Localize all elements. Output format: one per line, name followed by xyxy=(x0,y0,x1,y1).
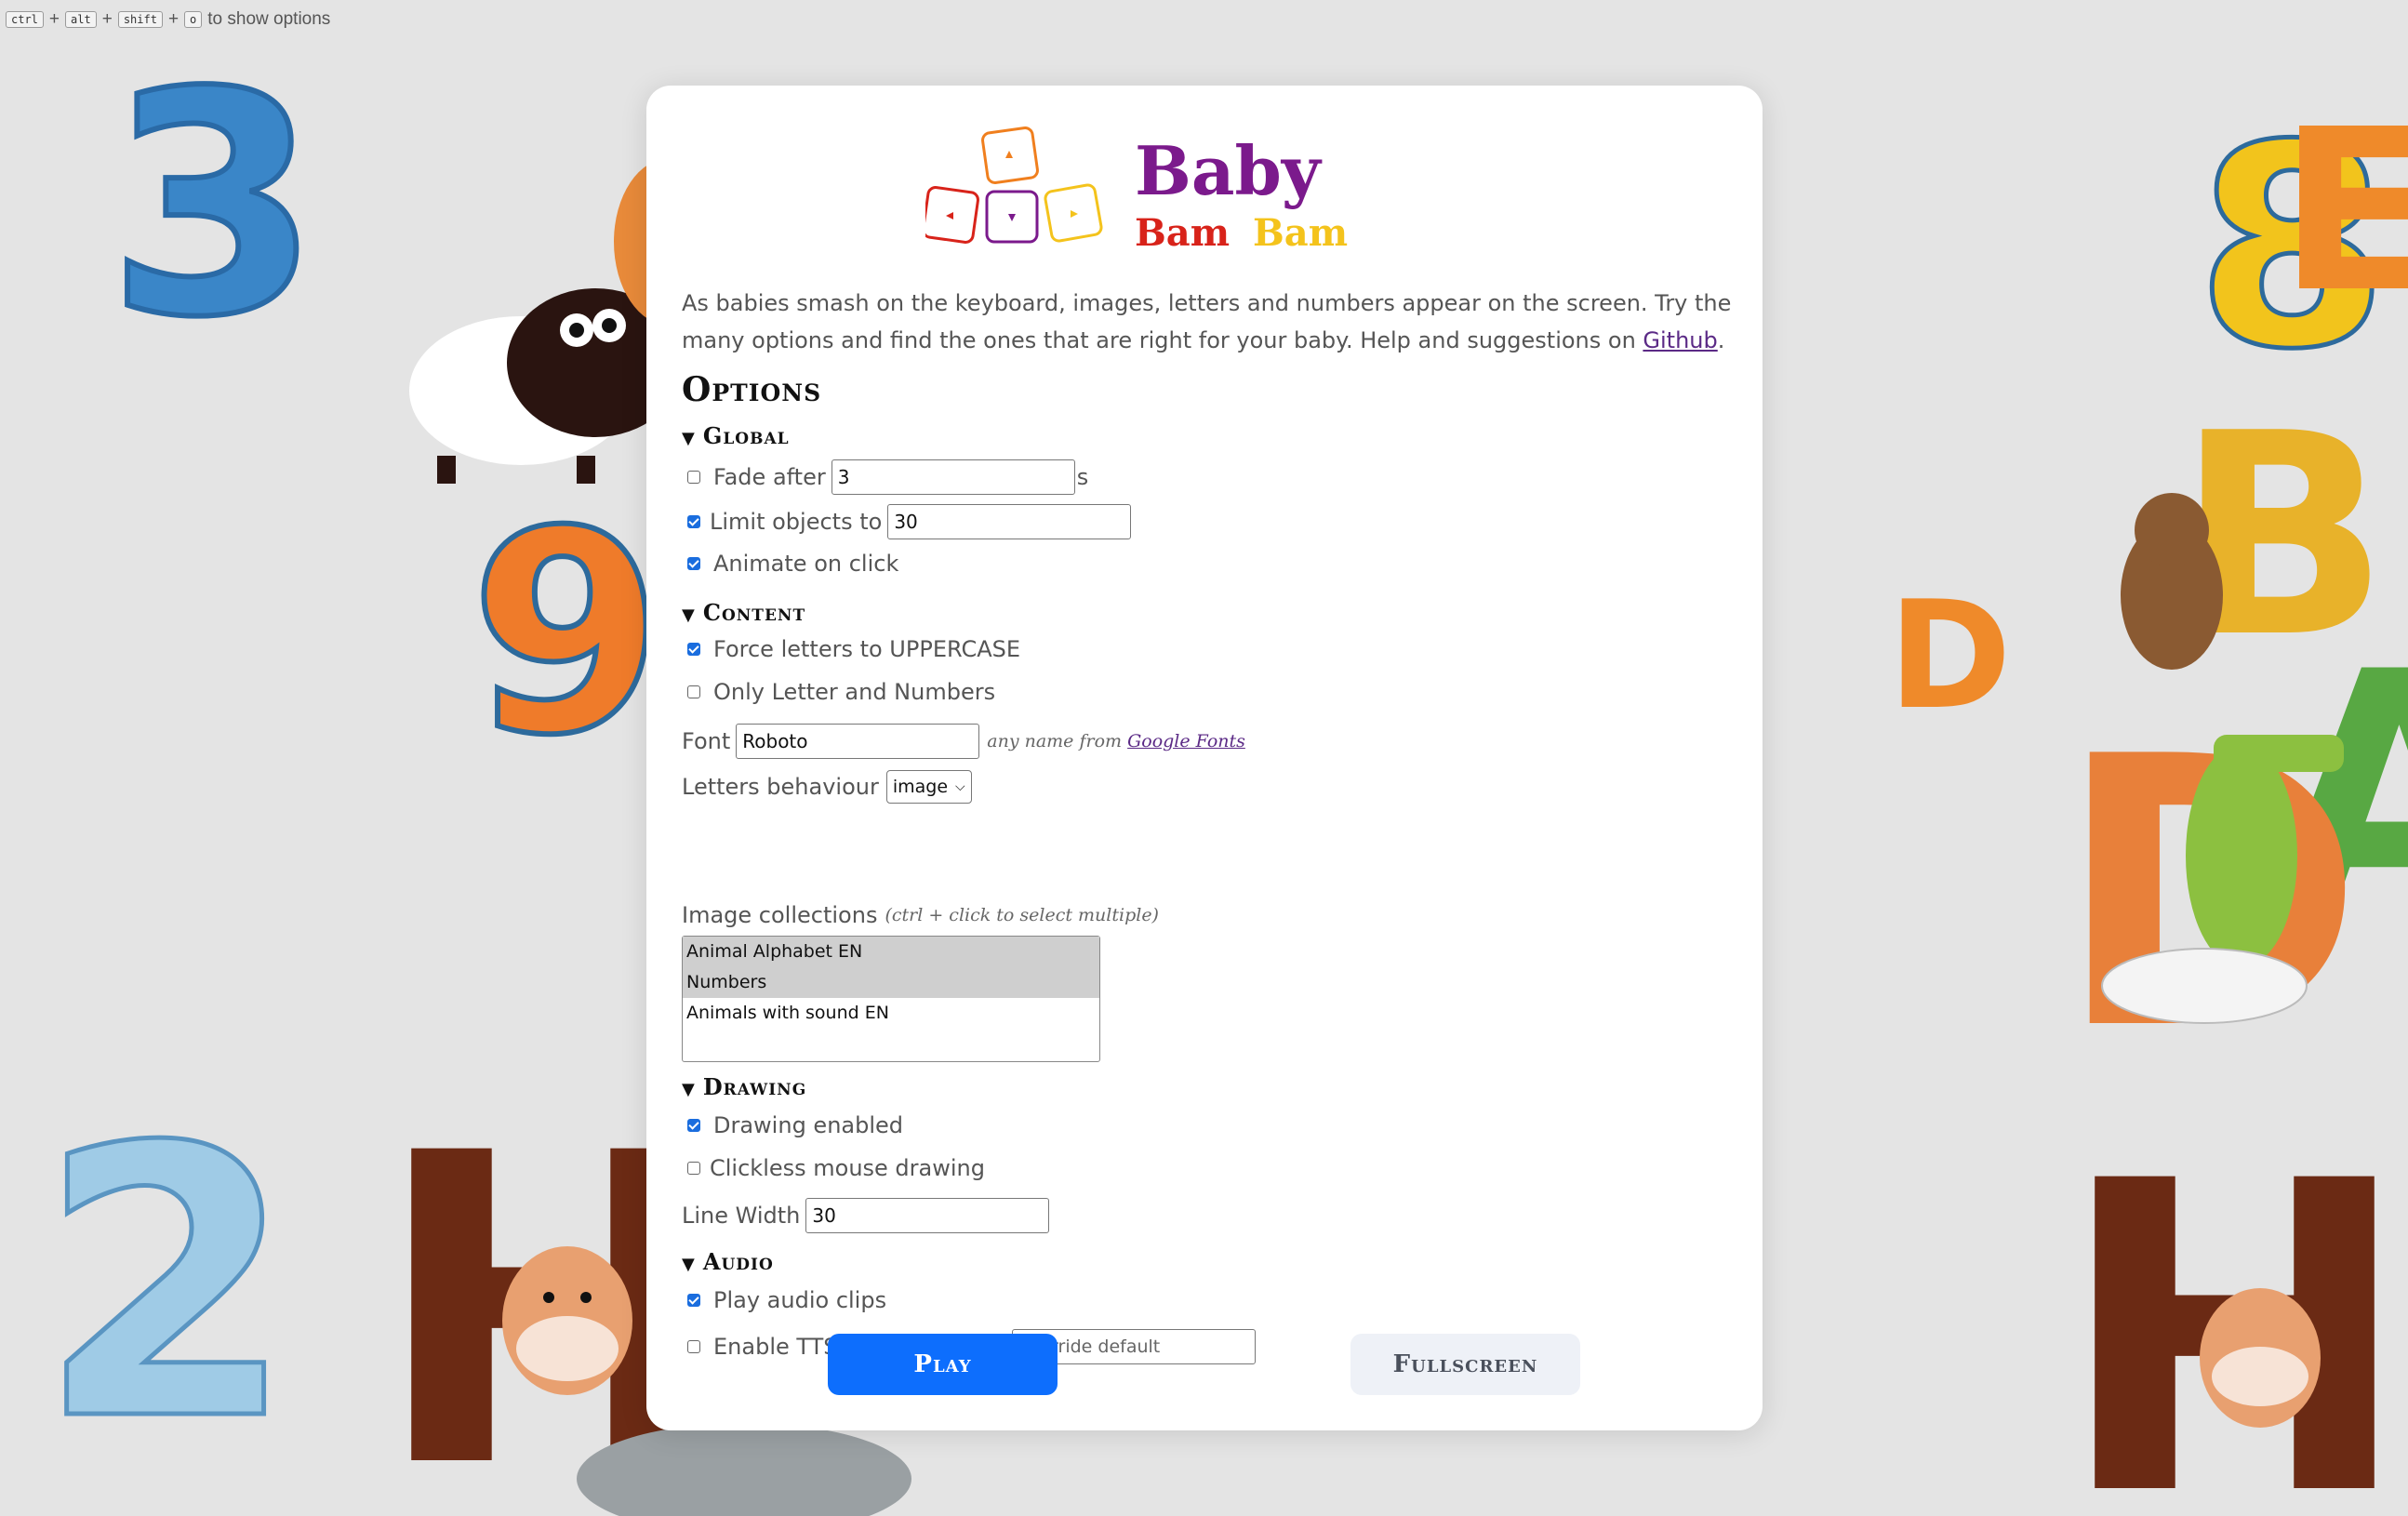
sheep-illustration xyxy=(409,288,684,484)
uppercase-checkbox[interactable] xyxy=(687,643,700,656)
play-button[interactable]: Play xyxy=(828,1334,1058,1395)
fade-after-checkbox[interactable] xyxy=(687,471,700,484)
limit-objects-row: Limit objects to 30 xyxy=(682,504,1132,539)
animate-click-label: Animate on click xyxy=(713,551,899,577)
expand-triangle-icon: ▼ xyxy=(682,1255,696,1274)
options-dialog: Baby Bam Bam As babies smash on the keyb… xyxy=(646,86,1763,1430)
fade-after-label: Fade after xyxy=(713,464,826,490)
logo-bam-2: Bam xyxy=(1253,211,1348,255)
bg-digit-3: 3 xyxy=(107,27,321,384)
logo-baby: Baby xyxy=(1135,131,1323,210)
clickless-drawing-row: Clickless mouse drawing xyxy=(682,1155,985,1181)
image-collections-note: (ctrl + click to select multiple) xyxy=(885,905,1159,925)
only-letters-label: Only Letter and Numbers xyxy=(713,679,996,705)
bg-digit-9: 9 xyxy=(470,472,664,796)
google-fonts-link[interactable]: Google Fonts xyxy=(1127,731,1245,751)
section-drawing[interactable]: ▼ Drawing xyxy=(682,1073,806,1100)
expand-triangle-icon: ▼ xyxy=(682,1080,696,1099)
letters-behaviour-label: Letters behaviour xyxy=(682,774,879,800)
play-audio-label: Play audio clips xyxy=(713,1287,887,1313)
section-content[interactable]: ▼ Content xyxy=(682,599,805,626)
horse-illustration-right xyxy=(2200,1288,2321,1428)
expand-triangle-icon: ▼ xyxy=(682,429,696,448)
only-letters-row: Only Letter and Numbers xyxy=(682,679,995,705)
line-width-row: Line Width 30 xyxy=(682,1198,1050,1233)
baby-bam-bam-logo: Baby Bam Bam xyxy=(925,126,1348,255)
collection-option[interactable]: Numbers xyxy=(683,967,1099,998)
line-width-label: Line Width xyxy=(682,1203,801,1229)
animate-click-checkbox[interactable] xyxy=(687,557,700,570)
section-drawing-title: Drawing xyxy=(702,1073,807,1100)
line-width-input[interactable]: 30 xyxy=(805,1198,1050,1233)
uppercase-row: Force letters to UPPERCASE xyxy=(682,636,1020,662)
chevron-down-icon: ⌵ xyxy=(955,779,965,794)
limit-objects-checkbox[interactable] xyxy=(687,515,700,528)
letters-behaviour-row: Letters behaviour image ⌵ xyxy=(682,770,972,804)
fullscreen-button[interactable]: Fullscreen xyxy=(1350,1334,1580,1395)
fade-unit: s xyxy=(1076,464,1089,490)
options-heading: Options xyxy=(682,370,822,409)
github-link[interactable]: Github xyxy=(1643,327,1717,353)
tts-checkbox[interactable] xyxy=(687,1340,700,1353)
app-description: As babies smash on the keyboard, images,… xyxy=(682,285,1733,359)
font-row: Font Roboto any name from Google Fonts xyxy=(682,724,1245,759)
logo-bam-1: Bam xyxy=(1135,211,1230,255)
clickless-drawing-checkbox[interactable] xyxy=(687,1162,700,1175)
play-audio-checkbox[interactable] xyxy=(687,1294,700,1307)
drawing-enabled-row: Drawing enabled xyxy=(682,1112,903,1138)
play-audio-row: Play audio clips xyxy=(682,1287,886,1313)
animate-click-row: Animate on click xyxy=(682,551,898,577)
fade-after-row: Fade after 3 s xyxy=(682,459,1088,495)
letters-behaviour-select[interactable]: image ⌵ xyxy=(885,770,972,804)
image-collections-label: Image collections xyxy=(682,902,878,928)
horse-illustration-left xyxy=(502,1246,632,1395)
collection-option[interactable]: Animals with sound EN xyxy=(683,998,1099,1029)
limit-objects-input[interactable]: 30 xyxy=(887,504,1132,539)
font-note-text: any name from xyxy=(987,731,1123,751)
font-label: Font xyxy=(682,728,731,754)
font-note: any name from Google Fonts xyxy=(987,731,1245,751)
font-input[interactable]: Roboto xyxy=(736,724,980,759)
bg-digit-2: 2 xyxy=(37,1070,296,1502)
section-global-title: Global xyxy=(702,422,790,449)
description-end: . xyxy=(1717,327,1725,353)
section-global[interactable]: ▼ Global xyxy=(682,422,790,449)
clickless-drawing-label: Clickless mouse drawing xyxy=(710,1155,985,1181)
bg-letter-e: E xyxy=(2279,81,2408,341)
image-collections-row: Image collections (ctrl + click to selec… xyxy=(682,902,1159,928)
drawing-enabled-checkbox[interactable] xyxy=(687,1119,700,1132)
goose-illustration xyxy=(2101,948,2308,1024)
section-content-title: Content xyxy=(702,599,806,626)
bg-letter-d-small: D xyxy=(1888,568,2012,742)
collection-option[interactable]: Animal Alphabet EN xyxy=(683,937,1099,967)
fade-after-input[interactable]: 3 xyxy=(831,459,1075,495)
drawing-enabled-label: Drawing enabled xyxy=(713,1112,904,1138)
section-audio-title: Audio xyxy=(702,1248,774,1275)
letters-behaviour-value: image xyxy=(892,777,949,797)
image-collections-listbox[interactable]: Animal Alphabet EN Numbers Animals with … xyxy=(682,936,1100,1062)
limit-objects-label: Limit objects to xyxy=(710,509,883,535)
uppercase-label: Force letters to UPPERCASE xyxy=(713,636,1021,662)
only-letters-checkbox[interactable] xyxy=(687,685,700,698)
section-audio[interactable]: ▼ Audio xyxy=(682,1248,774,1275)
expand-triangle-icon: ▼ xyxy=(682,605,696,625)
description-text: As babies smash on the keyboard, images,… xyxy=(682,290,1732,353)
